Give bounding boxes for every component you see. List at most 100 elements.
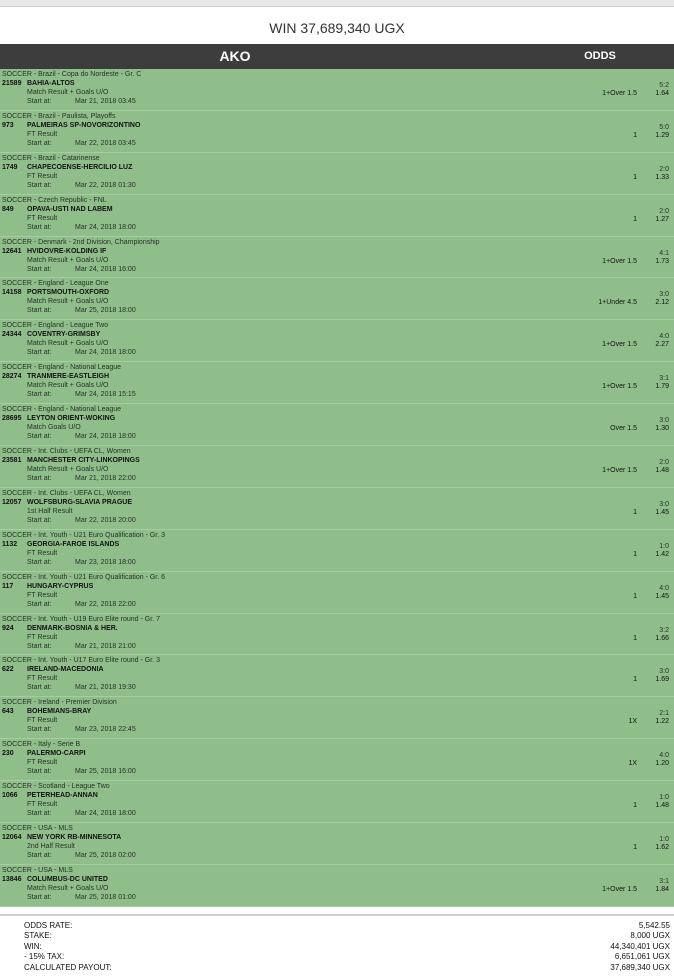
match-code: 973 <box>2 121 14 129</box>
match-name: LEYTON ORIENT-WOKING <box>27 415 116 423</box>
start-label: Start at: <box>27 558 52 566</box>
start-time: Mar 24, 2018 18:00 <box>75 433 136 441</box>
bet-row: SOCCER - Int. Youth - U21 Euro Qualifica… <box>0 530 674 572</box>
final-score: 2:0 <box>659 207 669 215</box>
competition-label: SOCCER - England - National League <box>2 364 122 372</box>
market-label: Match Result + Goals U/O <box>27 298 109 306</box>
start-time: Mar 22, 2018 03:45 <box>75 139 136 147</box>
market-label: FT Result <box>27 717 58 725</box>
market-label: FT Result <box>27 801 58 809</box>
summary-label: ODDS RATE: <box>24 921 73 930</box>
final-score: 1:0 <box>659 794 669 802</box>
bet-row: SOCCER - Int. Youth - U21 Euro Qualifica… <box>0 572 674 614</box>
summary-value: 6,651,061 UGX <box>614 952 670 962</box>
start-label: Start at: <box>27 181 52 189</box>
start-label: Start at: <box>27 768 52 776</box>
match-name: COVENTRY-GRIMSBY <box>27 331 101 339</box>
start-label: Start at: <box>27 600 52 608</box>
odds-value: 1.22 <box>655 718 669 726</box>
bet-row: SOCCER - Brazil - Catarinense 1749 CHAPECO… <box>0 153 674 195</box>
competition-label: SOCCER - Czech Republic - FNL <box>2 196 107 204</box>
match-code: 1066 <box>2 792 18 800</box>
match-name: TRANMERE-EASTLEIGH <box>27 373 110 381</box>
market-label: Match Result + Goals U/O <box>27 466 109 474</box>
market-label: FT Result <box>27 172 58 180</box>
final-score: 3:0 <box>659 500 669 508</box>
start-time: Mar 25, 2018 02:00 <box>75 852 136 860</box>
start-time: Mar 25, 2018 18:00 <box>75 307 136 315</box>
final-score: 4:1 <box>659 249 669 257</box>
competition-label: SOCCER - England - National League <box>2 406 122 414</box>
pick-label: 1 <box>633 844 637 852</box>
odds-value: 1.48 <box>655 802 669 810</box>
bet-row: SOCCER - Int. Youth - U17 Euro Elite rou… <box>0 655 674 698</box>
odds-value: 1.79 <box>655 383 669 391</box>
summary-line: CALCULATED PAYOUT: 37,689,340 UGX <box>24 963 670 973</box>
bet-row: SOCCER - Czech Republic - FNL 849 OPAVA-US… <box>0 195 674 237</box>
bet-row: SOCCER - England - National League 28274 T… <box>0 362 674 405</box>
pick-label: 1+Over 1.5 <box>602 885 637 893</box>
bet-row: SOCCER - England - National League 28695 L… <box>0 404 674 447</box>
market-label: FT Result <box>27 675 58 683</box>
match-name: PORTSMOUTH-OXFORD <box>27 289 110 297</box>
start-label: Start at: <box>27 433 52 441</box>
competition-label: SOCCER - Brazil - Paulista, Playoffs <box>2 112 116 120</box>
pick-label: 1+Under 4.5 <box>598 299 637 307</box>
market-label: FT Result <box>27 214 58 222</box>
summary-panel: ODDS RATE: 5,542.55 STAKE: 8,000 UGX WIN: 44,… <box>24 921 670 973</box>
match-code: 12057 <box>2 498 22 506</box>
odds-value: 1.29 <box>655 131 669 139</box>
start-label: Start at: <box>27 98 52 105</box>
final-score: 3:0 <box>659 668 669 676</box>
bet-row: SOCCER - Int. Clubs - UEFA CL, Women 1205… <box>0 488 674 530</box>
match-name: GEORGIA-FAROE ISLANDS <box>27 540 120 548</box>
start-time: Mar 21, 2018 19:30 <box>75 684 136 692</box>
final-score: 5:0 <box>659 123 669 131</box>
pick-label: 1+Over 1.5 <box>602 257 637 265</box>
competition-label: SOCCER - Int. Youth - U21 Euro Qualifica… <box>2 573 166 581</box>
final-score: 2:0 <box>659 459 669 467</box>
odds-value: 1.45 <box>655 508 669 516</box>
summary-line: STAKE: 8,000 UGX <box>24 931 670 941</box>
table-header: AKO ODDS <box>0 44 674 69</box>
match-name: PALMEIRAS SP-NOVORIZONTINO <box>27 121 141 129</box>
competition-label: SOCCER - England - League Two <box>2 322 109 330</box>
odds-value: 1.84 <box>655 885 669 893</box>
bet-row: SOCCER - Brazil - Copa do Nordeste - Gr.… <box>0 69 674 111</box>
competition-label: SOCCER - Italy - Serie B <box>2 741 81 749</box>
match-name: WOLFSBURG-SLAVIA PRAGUE <box>27 498 132 506</box>
start-time: Mar 24, 2018 18:00 <box>75 349 136 357</box>
competition-label: SOCCER - Brazil - Catarinense <box>2 154 100 162</box>
start-label: Start at: <box>27 265 52 273</box>
match-name: IRELAND-MACEDONIA <box>27 666 104 674</box>
odds-value: 1.48 <box>655 467 669 475</box>
pick-label: 1+Over 1.5 <box>602 383 637 391</box>
final-score: 2:1 <box>659 710 669 718</box>
summary-value: 8,000 UGX <box>630 931 670 941</box>
final-score: 5:2 <box>659 82 669 89</box>
match-code: 13846 <box>2 875 22 883</box>
pick-label: 1 <box>633 802 637 810</box>
pick-label: 1+Over 1.5 <box>602 467 637 475</box>
start-time: Mar 25, 2018 01:00 <box>75 893 136 901</box>
final-score: 3:2 <box>659 626 669 634</box>
pick-label: Over 1.5 <box>610 425 637 433</box>
market-label: Match Result + Goals U/O <box>27 382 109 390</box>
market-label: 2nd Half Result <box>27 843 75 851</box>
competition-label: SOCCER - England - League One <box>2 280 109 288</box>
final-score: 3:0 <box>659 417 669 425</box>
summary-value: 37,689,340 UGX <box>610 962 670 972</box>
final-score: 3:1 <box>659 877 669 885</box>
start-label: Start at: <box>27 684 52 692</box>
pick-label: 1 <box>633 131 637 139</box>
odds-value: 1.69 <box>655 676 669 684</box>
odds-value: 1.42 <box>655 550 669 558</box>
start-time: Mar 21, 2018 03:45 <box>75 98 136 105</box>
bet-row: SOCCER - England - League One 14158 PORTSM… <box>0 278 674 321</box>
market-label: Match Result + Goals U/O <box>27 256 109 264</box>
market-label: FT Result <box>27 633 58 641</box>
competition-label: SOCCER - Denmark - 2nd Division, Champio… <box>2 238 160 246</box>
match-name: CHAPECOENSE-HERCILIO LUZ <box>27 163 133 171</box>
odds-value: 1.73 <box>655 257 669 265</box>
competition-label: SOCCER - Ireland - Premier Division <box>2 699 117 707</box>
